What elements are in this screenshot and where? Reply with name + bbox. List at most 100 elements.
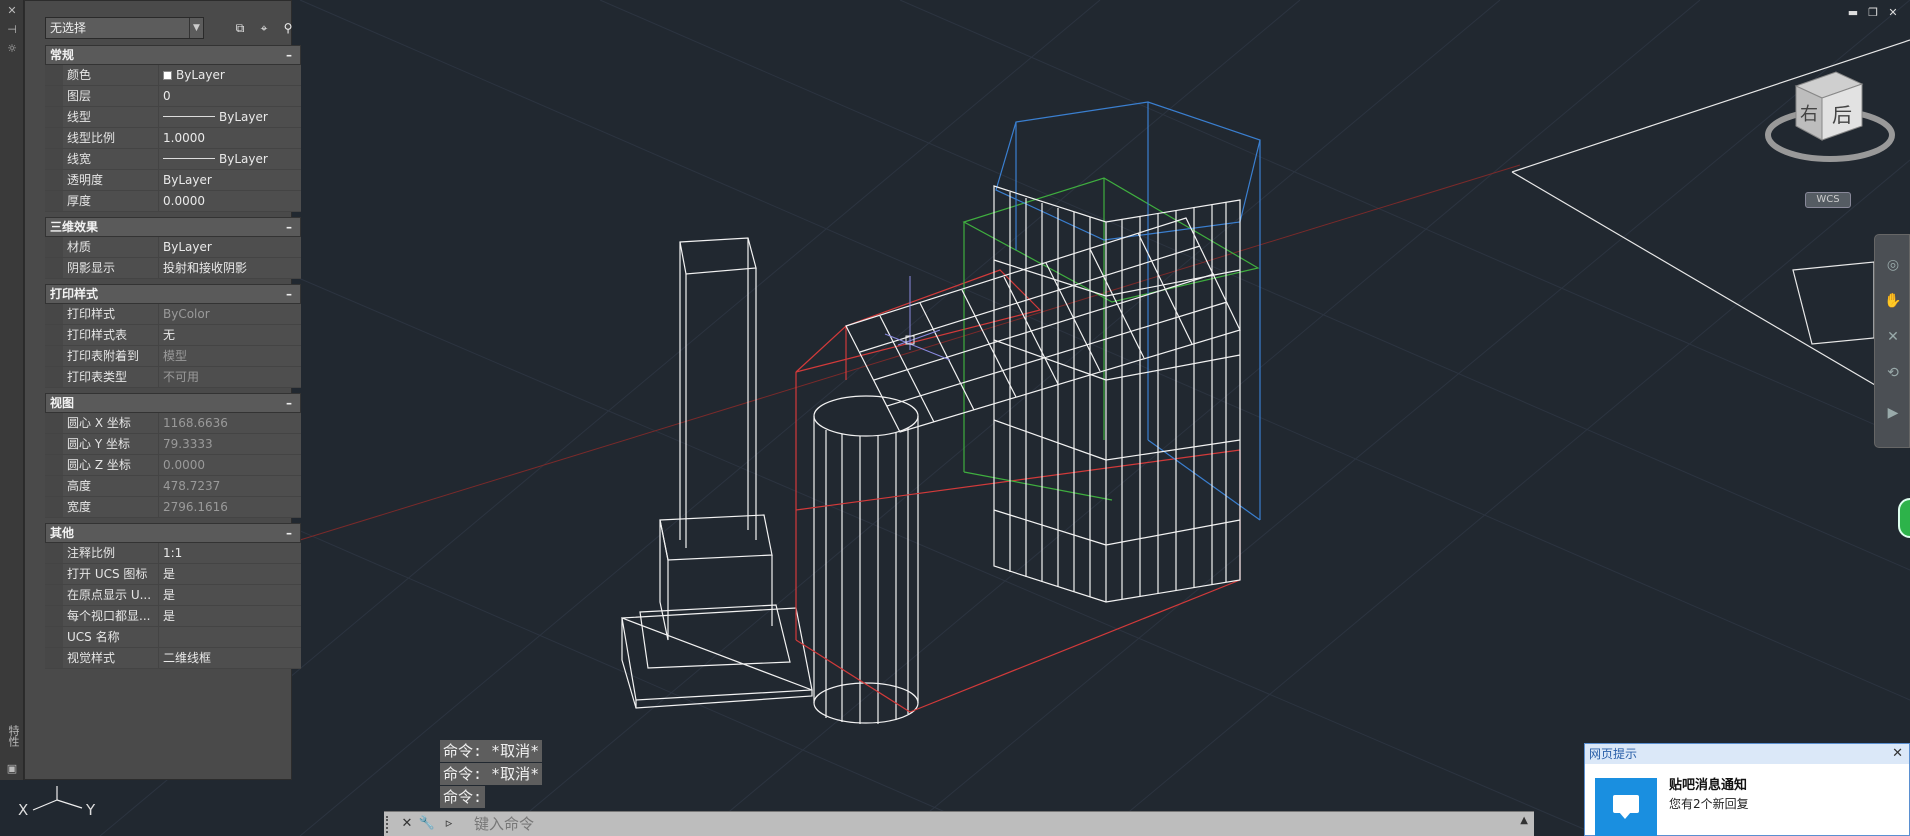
viewcube[interactable]: 右 后 xyxy=(1765,71,1895,162)
property-value[interactable]: 1.0000 xyxy=(163,128,299,148)
selection-dropdown[interactable]: 无选择 ▼ xyxy=(45,17,204,39)
select-objects-icon[interactable]: ⌖ xyxy=(255,19,273,37)
collapse-icon[interactable]: – xyxy=(286,218,292,236)
minimize-icon[interactable]: ▬ xyxy=(1846,6,1860,20)
red-box-wireframe xyxy=(795,269,1241,713)
property-value[interactable]: 是 xyxy=(163,585,299,605)
property-row[interactable]: 颜色 ByLayer xyxy=(45,65,301,86)
viewcube-face-right[interactable]: 右 xyxy=(1800,104,1818,125)
property-value[interactable]: ByLayer xyxy=(163,149,299,169)
property-group-title[interactable]: 打印样式 – xyxy=(45,284,301,304)
toggle-pickadd-icon[interactable]: ⧉ xyxy=(231,19,249,37)
notification-body[interactable]: 您有2个新回复 xyxy=(1669,795,1749,812)
notification-heading[interactable]: 贴吧消息通知 xyxy=(1669,774,1747,793)
close-icon[interactable]: ✕ xyxy=(398,815,416,833)
property-value[interactable]: 投射和接收阴影 xyxy=(163,258,299,278)
floating-app-button[interactable] xyxy=(1898,498,1910,538)
collapse-icon[interactable]: – xyxy=(286,524,292,542)
command-history-line: 命令: xyxy=(440,786,486,808)
property-row[interactable]: 高度 478.7237 xyxy=(45,476,301,497)
property-value[interactable]: 无 xyxy=(163,325,299,345)
property-value[interactable]: 1:1 xyxy=(163,543,299,563)
property-row[interactable]: 圆心 Z 坐标 0.0000 xyxy=(45,455,301,476)
property-group-title[interactable]: 其他 – xyxy=(45,523,301,543)
property-row[interactable]: 打印表附着到 模型 xyxy=(45,346,301,367)
property-value[interactable]: ByLayer xyxy=(163,65,299,85)
property-row[interactable]: 线型 ByLayer xyxy=(45,107,301,128)
viewcube-face-back[interactable]: 后 xyxy=(1832,103,1852,127)
steering-wheel-icon[interactable]: ◎ xyxy=(1883,255,1903,275)
property-value[interactable]: 0.0000 xyxy=(163,191,299,211)
showmotion-icon[interactable]: ▶ xyxy=(1883,403,1903,423)
property-row[interactable]: 线型比例 1.0000 xyxy=(45,128,301,149)
property-value[interactable]: 1168.6636 xyxy=(163,413,299,433)
property-value[interactable] xyxy=(163,627,299,647)
palette-menu-icon[interactable]: ▣ xyxy=(6,763,18,775)
property-value[interactable]: 是 xyxy=(163,606,299,626)
wcs-menu[interactable]: WCS xyxy=(1805,192,1851,208)
row-margin xyxy=(45,434,63,454)
property-row[interactable]: 厚度 0.0000 xyxy=(45,191,301,212)
property-value[interactable]: 不可用 xyxy=(163,367,299,387)
collapse-icon[interactable]: – xyxy=(286,285,292,303)
customize-wrench-icon[interactable]: 🔧 xyxy=(418,815,436,833)
property-group-title[interactable]: 常规 – xyxy=(45,45,301,65)
property-value[interactable]: 模型 xyxy=(163,346,299,366)
restore-icon[interactable]: ❐ xyxy=(1866,6,1880,20)
command-input[interactable] xyxy=(474,814,1504,834)
property-row[interactable]: 在原点显示 U... 是 xyxy=(45,585,301,606)
property-row[interactable]: 圆心 Y 坐标 79.3333 xyxy=(45,434,301,455)
property-value[interactable]: 0.0000 xyxy=(163,455,299,475)
property-value-text: 478.7237 xyxy=(163,479,221,493)
property-value[interactable]: 二维线框 xyxy=(163,648,299,668)
close-icon[interactable]: ✕ xyxy=(1892,744,1903,764)
property-row[interactable]: 打印样式表无 xyxy=(45,325,301,346)
property-row[interactable]: 透明度 ByLayer xyxy=(45,170,301,191)
property-value[interactable]: ByLayer xyxy=(163,107,299,127)
settings-icon[interactable]: ☼ xyxy=(6,43,18,55)
selection-dropdown-value: 无选择 xyxy=(50,21,87,35)
property-value-text: 0 xyxy=(163,89,171,103)
property-value[interactable]: 478.7237 xyxy=(163,476,299,496)
property-value[interactable]: 是 xyxy=(163,564,299,584)
notification-title-text: 网页提示 xyxy=(1589,747,1638,761)
property-row[interactable]: 打印表类型 不可用 xyxy=(45,367,301,388)
chevron-down-icon[interactable]: ▼ xyxy=(189,18,203,38)
property-row[interactable]: 图层 0 xyxy=(45,86,301,107)
pan-icon[interactable]: ✋ xyxy=(1883,291,1903,311)
property-label: 厚度 xyxy=(67,191,159,211)
recent-commands-icon[interactable]: ▹ xyxy=(440,815,458,833)
property-value[interactable]: 0 xyxy=(163,86,299,106)
collapse-icon[interactable]: – xyxy=(286,394,292,412)
ucs-x-label: X xyxy=(18,801,28,819)
property-row[interactable]: 材质 ByLayer xyxy=(45,237,301,258)
property-row[interactable]: 线宽 ByLayer xyxy=(45,149,301,170)
property-row[interactable]: 打印样式 ByColor xyxy=(45,304,301,325)
zoom-icon[interactable]: ✕ xyxy=(1883,327,1903,347)
property-row[interactable]: 打开 UCS 图标是 xyxy=(45,564,301,585)
property-group-title[interactable]: 三维效果 – xyxy=(45,217,301,237)
property-value[interactable]: ByLayer xyxy=(163,170,299,190)
chevron-up-icon[interactable]: ▲ xyxy=(1520,815,1528,826)
property-row[interactable]: 宽度 2796.1616 xyxy=(45,497,301,518)
close-icon[interactable]: ✕ xyxy=(6,5,18,17)
property-value[interactable]: 79.3333 xyxy=(163,434,299,454)
property-value-text: 0.0000 xyxy=(163,458,205,472)
property-row[interactable]: 视觉样式 二维线框 xyxy=(45,648,301,669)
close-icon[interactable]: ✕ xyxy=(1886,6,1900,20)
property-group-title[interactable]: 视图 – xyxy=(45,393,301,413)
property-value[interactable]: 2796.1616 xyxy=(163,497,299,517)
property-row[interactable]: 注释比例 1:1 xyxy=(45,543,301,564)
property-row[interactable]: 圆心 X 坐标 1168.6636 xyxy=(45,413,301,434)
collapse-icon[interactable]: – xyxy=(286,46,292,64)
drag-handle[interactable] xyxy=(386,816,392,833)
autohide-icon[interactable]: ⊣ xyxy=(6,24,18,36)
orbit-icon[interactable]: ⟲ xyxy=(1883,363,1903,383)
notification-popup[interactable]: 网页提示 ✕ 贴吧消息通知 您有2个新回复 xyxy=(1584,743,1910,836)
property-row[interactable]: UCS 名称 xyxy=(45,627,301,648)
property-row[interactable]: 阴影显示 投射和接收阴影 xyxy=(45,258,301,279)
property-value[interactable]: ByLayer xyxy=(163,237,299,257)
property-value[interactable]: ByColor xyxy=(163,304,299,324)
quick-select-icon[interactable]: ⚲ xyxy=(279,19,297,37)
property-row[interactable]: 每个视口都显... 是 xyxy=(45,606,301,627)
